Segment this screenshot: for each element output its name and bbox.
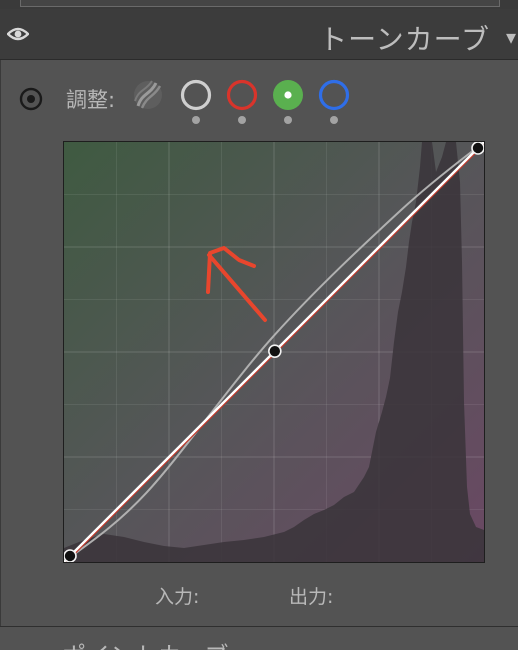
panel-title: トーンカーブ bbox=[319, 23, 490, 56]
chevron-down-icon[interactable]: ▾ bbox=[506, 25, 518, 49]
eye-icon[interactable] bbox=[7, 25, 29, 43]
previous-panel-border bbox=[20, 0, 500, 7]
channel-indicator-dot bbox=[284, 116, 292, 124]
output-readout-label: 出力: bbox=[289, 586, 334, 608]
blue-channel-icon[interactable] bbox=[318, 79, 350, 111]
channel-indicator-dot bbox=[330, 116, 338, 124]
panel-header[interactable]: トーンカーブ ▾ bbox=[0, 9, 518, 60]
channel-indicator-dot bbox=[238, 116, 246, 124]
adjust-label: 調整: bbox=[66, 88, 116, 112]
channel-indicator-dot bbox=[192, 116, 200, 124]
target-adjust-icon[interactable] bbox=[18, 86, 44, 112]
tone-curve-graph[interactable] bbox=[63, 141, 485, 563]
curve-control-point[interactable] bbox=[64, 549, 77, 562]
circle-outline-icon[interactable] bbox=[180, 79, 212, 111]
red-channel-icon[interactable] bbox=[226, 79, 258, 111]
curve-control-point[interactable] bbox=[471, 142, 484, 155]
previous-panel-edge bbox=[0, 0, 518, 9]
next-section-title: ポイントカーブ bbox=[62, 636, 229, 650]
input-readout-label: 入力: bbox=[155, 586, 200, 608]
curve-control-point[interactable] bbox=[268, 344, 282, 358]
green-channel-selected-icon[interactable] bbox=[272, 79, 304, 111]
parametric-curve-icon[interactable] bbox=[132, 79, 164, 111]
tone-curve-panel: トーンカーブ ▾ 調整: 入力: 出力: bbox=[0, 0, 518, 650]
section-divider bbox=[0, 626, 518, 627]
